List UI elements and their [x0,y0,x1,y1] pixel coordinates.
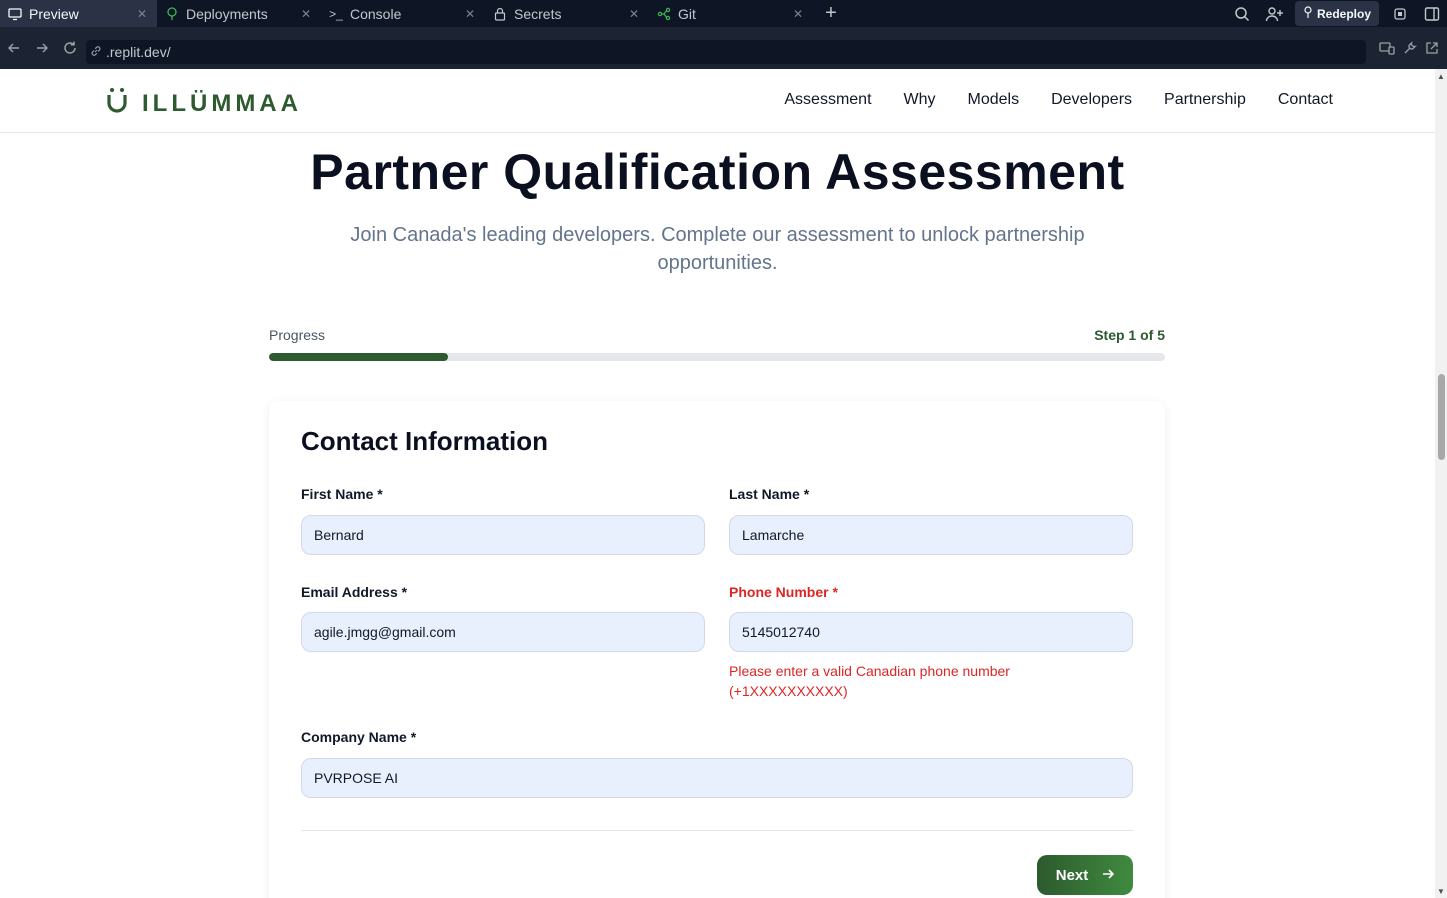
tab-secrets[interactable]: Secrets ✕ [485,0,649,27]
preview-page: ILLÜMMAA Assessment Why Models Developer… [0,69,1435,898]
phone-label: Phone Number * [729,584,838,600]
tab-bar-actions: Redeploy [1231,0,1447,27]
logo-text: ILLÜMMAA [142,89,302,117]
link-icon [90,44,102,60]
page-subtitle: Join Canada's leading developers. Comple… [350,224,1085,274]
first-name-field[interactable]: Bernard [301,515,705,555]
devices-icon[interactable] [1379,41,1395,60]
nav-developers[interactable]: Developers [1051,91,1132,109]
nav-assessment[interactable]: Assessment [784,91,871,109]
site-logo[interactable]: ILLÜMMAA [106,87,302,120]
forward-arrow-icon[interactable] [28,34,56,62]
company-label: Company Name * [301,729,417,745]
page-title: Partner Qualification Assessment [310,144,1125,200]
progress-bar-fill [269,353,449,361]
step-indicator: Step 1 of 5 [1094,327,1165,343]
tab-git[interactable]: Git ✕ [649,0,813,27]
first-name-label: First Name * [301,486,383,502]
email-value: agile.jmgg@gmail.com [314,624,456,640]
next-label: Next [1055,866,1089,884]
search-icon[interactable] [1231,3,1253,25]
deploy-icon [1303,6,1313,21]
tab-deployments[interactable]: Deployments ✕ [157,0,321,27]
last-name-label: Last Name * [729,486,810,502]
terminal-icon: >_ [329,6,343,21]
tab-label: Git [678,5,696,22]
email-label: Email Address * [301,584,408,600]
tab-label: Preview [29,5,79,22]
git-icon [657,7,671,21]
close-icon[interactable]: ✕ [793,7,803,21]
sidebar-toggle-icon[interactable] [1421,3,1443,25]
phone-field[interactable]: 5145012740 [729,612,1133,652]
reload-icon[interactable] [56,34,84,62]
next-button[interactable]: Next [1037,855,1133,895]
contact-form-card: Contact Information First Name * Bernard… [269,401,1165,898]
last-name-value: Lamarche [742,527,805,543]
page-scrollbar[interactable]: ▲ ▼ [1435,69,1447,898]
redeploy-label: Redeploy [1316,6,1371,21]
nav-models[interactable]: Models [968,91,1020,109]
extension-icon[interactable] [1389,3,1411,25]
phone-error-message: Please enter a valid Canadian phone numb… [729,663,1010,699]
progress-label: Progress [269,327,326,343]
tab-label: Deployments [186,5,268,22]
tab-preview[interactable]: Preview ✕ [0,0,157,27]
monitor-icon [8,7,22,21]
browser-tab-bar: Preview ✕ Deployments ✕ >_ Console ✕ Sec… [0,0,1447,27]
tab-label: Secrets [514,5,562,22]
company-field[interactable]: PVRPOSE AI [301,758,1133,798]
back-arrow-icon[interactable] [0,34,28,62]
deployments-icon [165,6,179,21]
progress-bar [269,353,1165,361]
close-icon[interactable]: ✕ [301,7,311,21]
external-link-icon[interactable] [1425,41,1439,60]
site-header: ILLÜMMAA Assessment Why Models Developer… [0,69,1435,133]
devtools-wrench-icon[interactable] [1403,41,1417,60]
nav-contact[interactable]: Contact [1278,91,1333,109]
email-field[interactable]: agile.jmgg@gmail.com [301,612,705,652]
close-icon[interactable]: ✕ [137,7,147,21]
browser-url-row: .replit.dev/ [0,27,1447,69]
tab-console[interactable]: >_ Console ✕ [321,0,485,27]
new-tab-icon[interactable]: + [817,2,845,25]
scroll-down-arrow-icon[interactable]: ▼ [1437,887,1445,896]
scrollbar-thumb[interactable] [1438,374,1445,460]
form-divider [301,830,1133,831]
url-actions [1379,41,1439,60]
lock-icon [493,7,507,21]
tab-label: Console [350,5,402,22]
add-user-icon[interactable] [1263,3,1285,25]
last-name-field[interactable]: Lamarche [729,515,1133,555]
scroll-up-arrow-icon[interactable]: ▲ [1437,72,1445,81]
section-title: Contact Information [301,426,548,456]
url-text: .replit.dev/ [106,44,171,60]
main-nav: Assessment Why Models Developers Partner… [784,91,1333,109]
redeploy-button[interactable]: Redeploy [1294,1,1379,26]
nav-partnership[interactable]: Partnership [1164,91,1246,109]
close-icon[interactable]: ✕ [465,7,475,21]
url-field[interactable]: .replit.dev/ [86,40,1366,64]
company-value: PVRPOSE AI [314,770,399,786]
close-icon[interactable]: ✕ [629,7,639,21]
logo-mark-icon [106,87,128,120]
nav-why[interactable]: Why [904,91,936,109]
arrow-right-icon [1102,867,1115,884]
first-name-value: Bernard [314,527,364,543]
phone-value: 5145012740 [742,624,820,640]
